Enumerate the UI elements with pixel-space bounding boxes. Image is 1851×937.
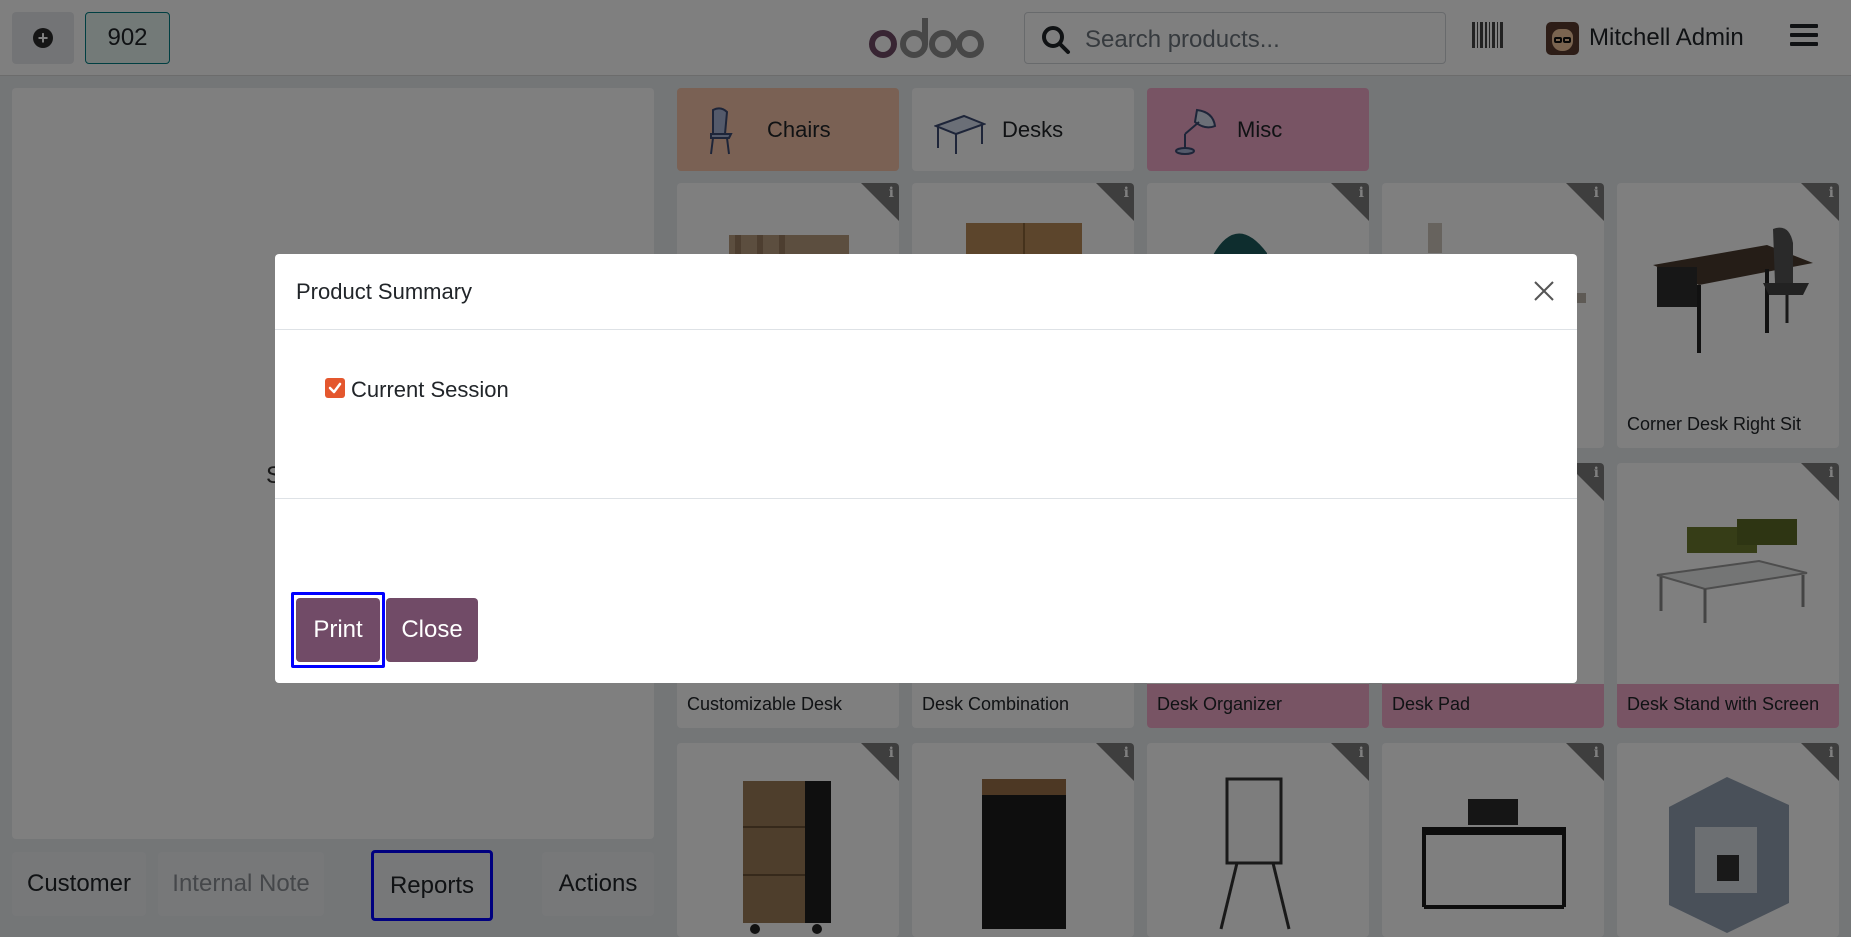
current-session-label: Current Session <box>351 377 509 402</box>
close-button-label: Close <box>401 616 463 643</box>
close-button[interactable]: Close <box>386 598 478 662</box>
dialog-header: Product Summary <box>275 254 1577 330</box>
dialog-body <box>275 331 1577 499</box>
checkmark-icon <box>328 382 342 394</box>
print-button[interactable]: Print <box>296 598 380 662</box>
print-button-label: Print <box>313 616 363 643</box>
current-session-checkbox[interactable] <box>325 378 345 398</box>
close-icon[interactable] <box>1529 276 1559 306</box>
dialog-title: Product Summary <box>296 279 473 304</box>
